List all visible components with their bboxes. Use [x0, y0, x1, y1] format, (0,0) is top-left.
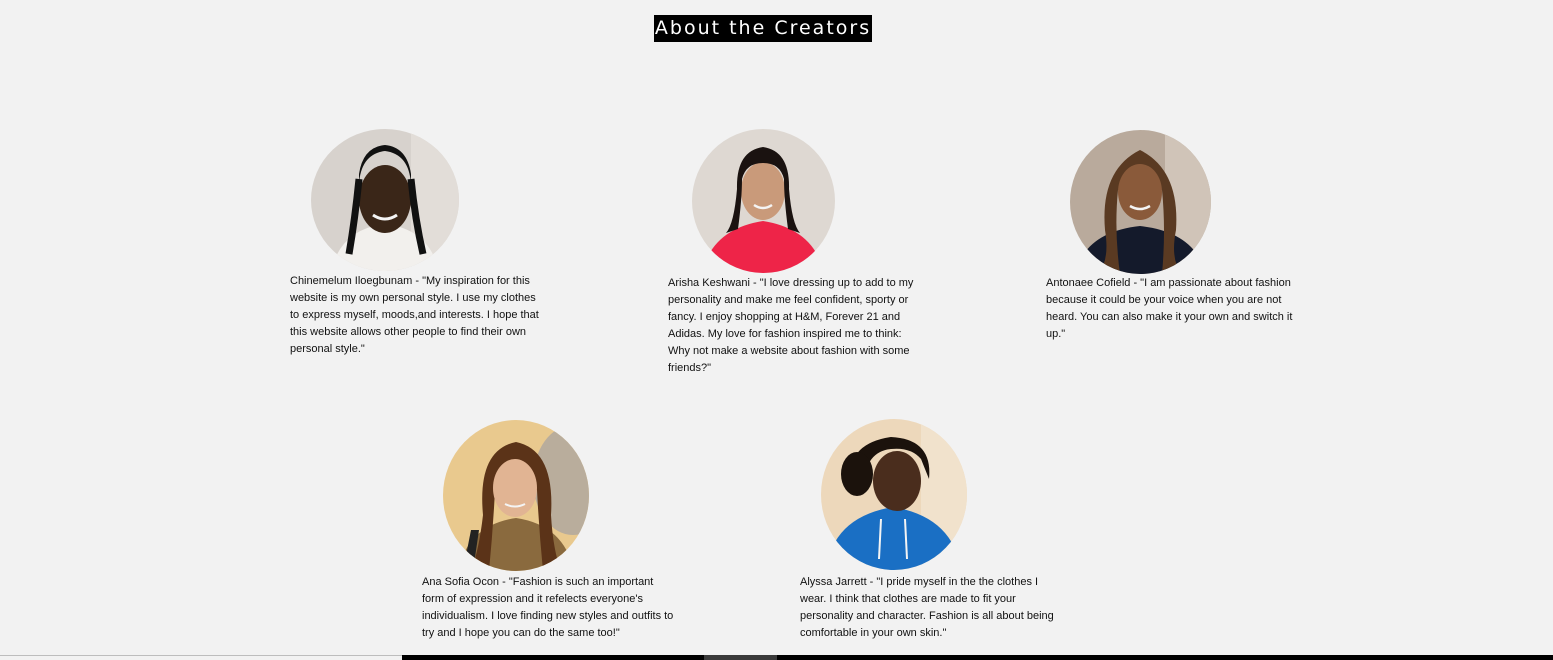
creator-portrait-2: [692, 129, 835, 273]
creator-bio-5: Alyssa Jarrett - "I pride myself in the …: [800, 576, 1054, 639]
creator-bio-2: Arisha Keshwani - "I love dressing up to…: [668, 277, 914, 374]
portrait-image: [443, 420, 589, 571]
bottom-divider: [0, 655, 402, 656]
creator-portrait-5: [821, 419, 967, 570]
portrait-image: [821, 419, 967, 570]
creator-portrait-1: [311, 129, 459, 271]
scrollbar-thumb[interactable]: [704, 655, 777, 660]
horizontal-scrollbar[interactable]: [402, 655, 1553, 660]
creator-portrait-3: [1070, 130, 1211, 274]
portrait-image: [1070, 130, 1211, 274]
portrait-image: [692, 129, 835, 273]
portrait-image: [311, 129, 459, 271]
page-title: About the Creators: [654, 15, 872, 42]
creator-bio-1: Chinemelum Iloegbunam - "My inspiration …: [290, 275, 539, 355]
creator-bio-3: Antonaee Cofield - "I am passionate abou…: [1046, 277, 1293, 340]
about-page: About the Creators Chinemelum Iloegbunam…: [0, 0, 1553, 660]
creator-bio-4: Ana Sofia Ocon - "Fashion is such an imp…: [422, 576, 674, 639]
creator-portrait-4: [443, 420, 589, 571]
